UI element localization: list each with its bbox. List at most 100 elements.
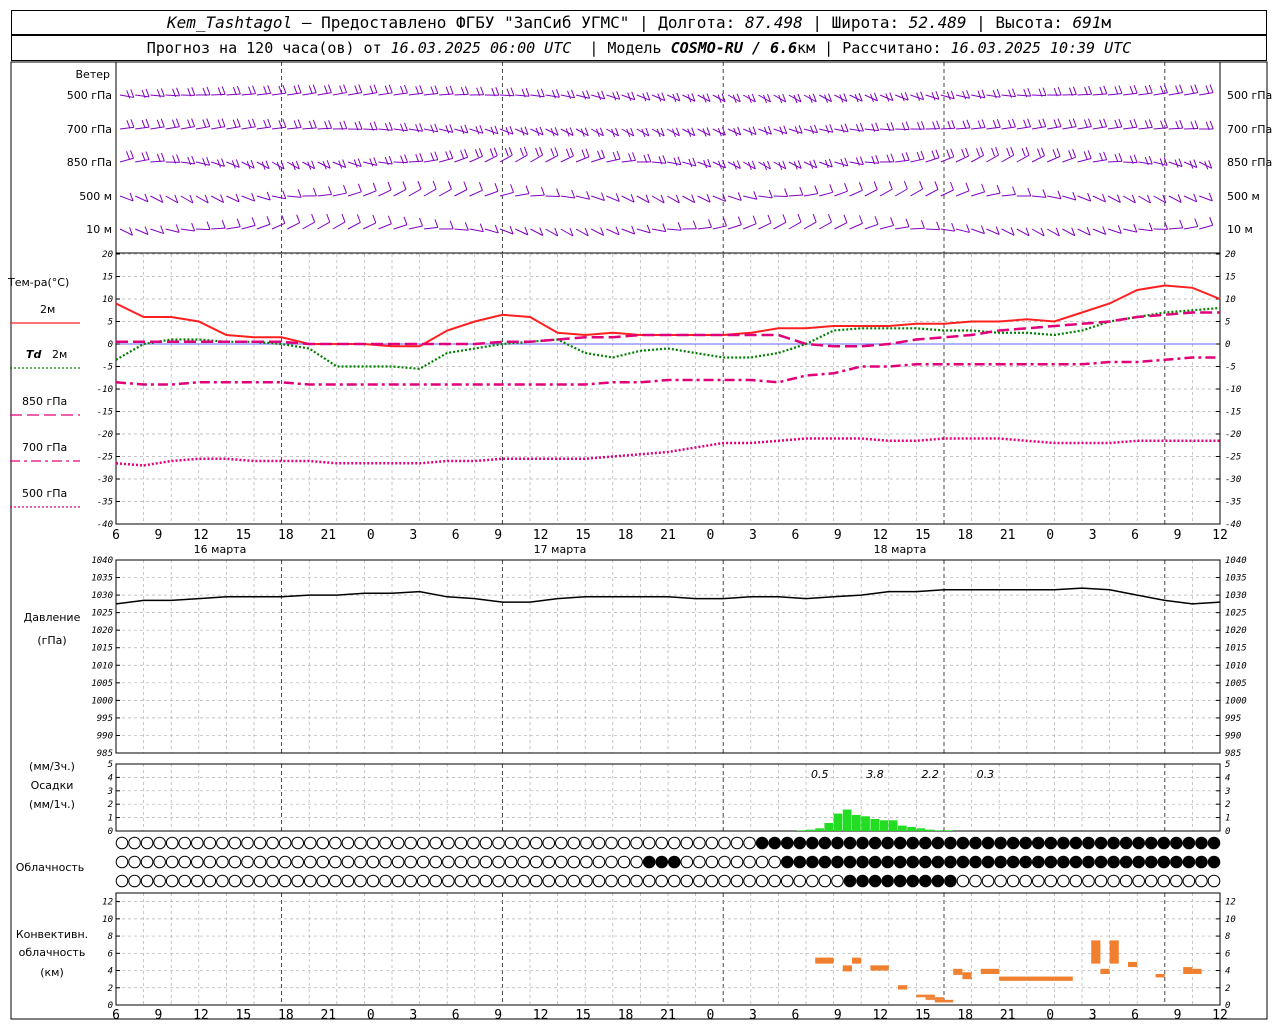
wind-barb-feather: [464, 86, 469, 95]
cloud-symbol: [693, 855, 706, 869]
x-tick-label: 3: [409, 1008, 417, 1023]
y-tick-label-right: 1005: [1225, 679, 1247, 689]
y-tick-label-right: 10: [1225, 295, 1236, 305]
wind-barb-feather: [616, 150, 621, 160]
x-tick-label: 9: [155, 1008, 163, 1023]
y-tick-label-right: 10: [1225, 915, 1236, 925]
wind-barb-feather: [430, 86, 435, 95]
wind-barb: [1199, 92, 1214, 96]
wind-barb: [515, 193, 530, 197]
cloud-symbol: [868, 855, 882, 869]
wind-barb-feather: [130, 150, 134, 159]
wind-barb-feather: [419, 85, 424, 94]
cloud-symbol: [379, 836, 392, 850]
cloud-symbol: [278, 855, 292, 869]
wind-barb-feather: [1037, 148, 1041, 157]
wind-barb-feather: [1133, 85, 1138, 94]
wind-barb-feather: [551, 90, 556, 99]
wind-title: Ветер: [76, 68, 110, 81]
cloud-symbol: [216, 874, 229, 888]
cloud-symbol: [580, 836, 593, 850]
wind-barb-feather: [601, 149, 606, 158]
cloud-symbol: [1119, 836, 1133, 850]
cloud-symbol: [1069, 855, 1083, 869]
wind-barb: [697, 226, 712, 230]
cloud-symbol: [919, 836, 932, 850]
wind-barb-feather: [996, 89, 1001, 98]
wind-barb-feather: [141, 89, 146, 99]
wind-barb-feather: [266, 216, 271, 225]
x-tick-label: 18: [618, 1008, 634, 1023]
cloud-symbol: [893, 855, 907, 869]
cloud-symbol: [191, 874, 204, 888]
cloud-symbol: [329, 855, 342, 869]
wind-level-label-right: 500 гПа: [1227, 89, 1272, 102]
cloud-symbol: [856, 874, 869, 888]
wind-barb: [651, 161, 666, 164]
wind-barb: [287, 127, 302, 130]
wind-barb-feather: [980, 147, 984, 156]
cloud-symbol: [216, 836, 229, 850]
cloud-symbol: [567, 836, 581, 850]
wind-barb: [955, 94, 970, 99]
cloud-symbol: [1144, 874, 1158, 888]
wind-barb-feather: [628, 153, 632, 162]
wind-barb-feather: [981, 183, 986, 193]
wind-barb-feather: [812, 213, 817, 223]
date-label-2: 17 марта: [534, 543, 587, 556]
wind-barb-feather: [263, 119, 268, 129]
wind-barb-feather: [1174, 159, 1179, 168]
cloud-symbol: [1094, 855, 1108, 869]
cloud-symbol: [994, 855, 1007, 869]
cloud-symbol: [718, 836, 731, 850]
wind-barb-feather: [1148, 119, 1153, 128]
cloud-symbol: [316, 874, 330, 888]
wind-barb-feather: [495, 87, 500, 96]
precip-yticks: 5 5 4 4 3 3 2 2 1 1 0 0: [107, 760, 1231, 837]
wind-barb: [165, 228, 180, 233]
wind-barb: [1046, 155, 1061, 163]
precip-bar: [824, 822, 834, 831]
cloud-symbol: [203, 836, 217, 850]
wind-barb-feather: [221, 118, 226, 127]
cloud-symbol: [705, 855, 719, 869]
cloud-symbol: [868, 836, 882, 850]
wind-barb: [1123, 92, 1138, 96]
cloud-symbol: [429, 836, 443, 850]
y-tick-label-right: 0: [1225, 340, 1230, 350]
cloud-symbol: [630, 836, 643, 850]
cloud-symbol: [517, 855, 530, 869]
cloud-symbol: [492, 855, 505, 869]
conv-bar: [1183, 967, 1193, 974]
wind-barb: [119, 126, 134, 130]
cloud-symbol: [442, 836, 455, 850]
wind-barb-feather: [540, 186, 545, 196]
wind-barb: [287, 195, 302, 198]
wind-barb-feather: [449, 150, 454, 159]
wind-barb: [256, 195, 271, 201]
cloud-symbol: [906, 855, 920, 869]
wind-barb-feather: [1057, 118, 1062, 127]
wind-barb-feather: [905, 218, 910, 227]
cloud-symbol: [868, 874, 882, 888]
wind-barb: [925, 157, 940, 163]
cloud-symbol: [165, 855, 179, 869]
wind-barb-feather: [493, 147, 498, 156]
wind-barb-feather: [479, 223, 484, 232]
y-tick-label-left: 1: [108, 814, 113, 824]
wind-barb: [1138, 161, 1153, 165]
cloud-symbol: [705, 836, 719, 850]
cloud-symbol: [768, 836, 781, 850]
cloud-symbol: [115, 836, 129, 850]
wind-barb-feather: [525, 185, 530, 194]
cloud-symbol: [379, 874, 392, 888]
wind-barb: [1031, 195, 1046, 198]
wind-barb-feather: [206, 221, 211, 230]
cloud-symbol: [291, 874, 305, 888]
wind-barb-feather: [890, 121, 895, 131]
precip-title: Осадки: [31, 779, 74, 792]
wind-barb-feather: [873, 181, 878, 190]
wind-barb: [1199, 224, 1213, 230]
cloud-symbol: [1006, 855, 1020, 869]
wind-barb-feather: [555, 89, 560, 98]
